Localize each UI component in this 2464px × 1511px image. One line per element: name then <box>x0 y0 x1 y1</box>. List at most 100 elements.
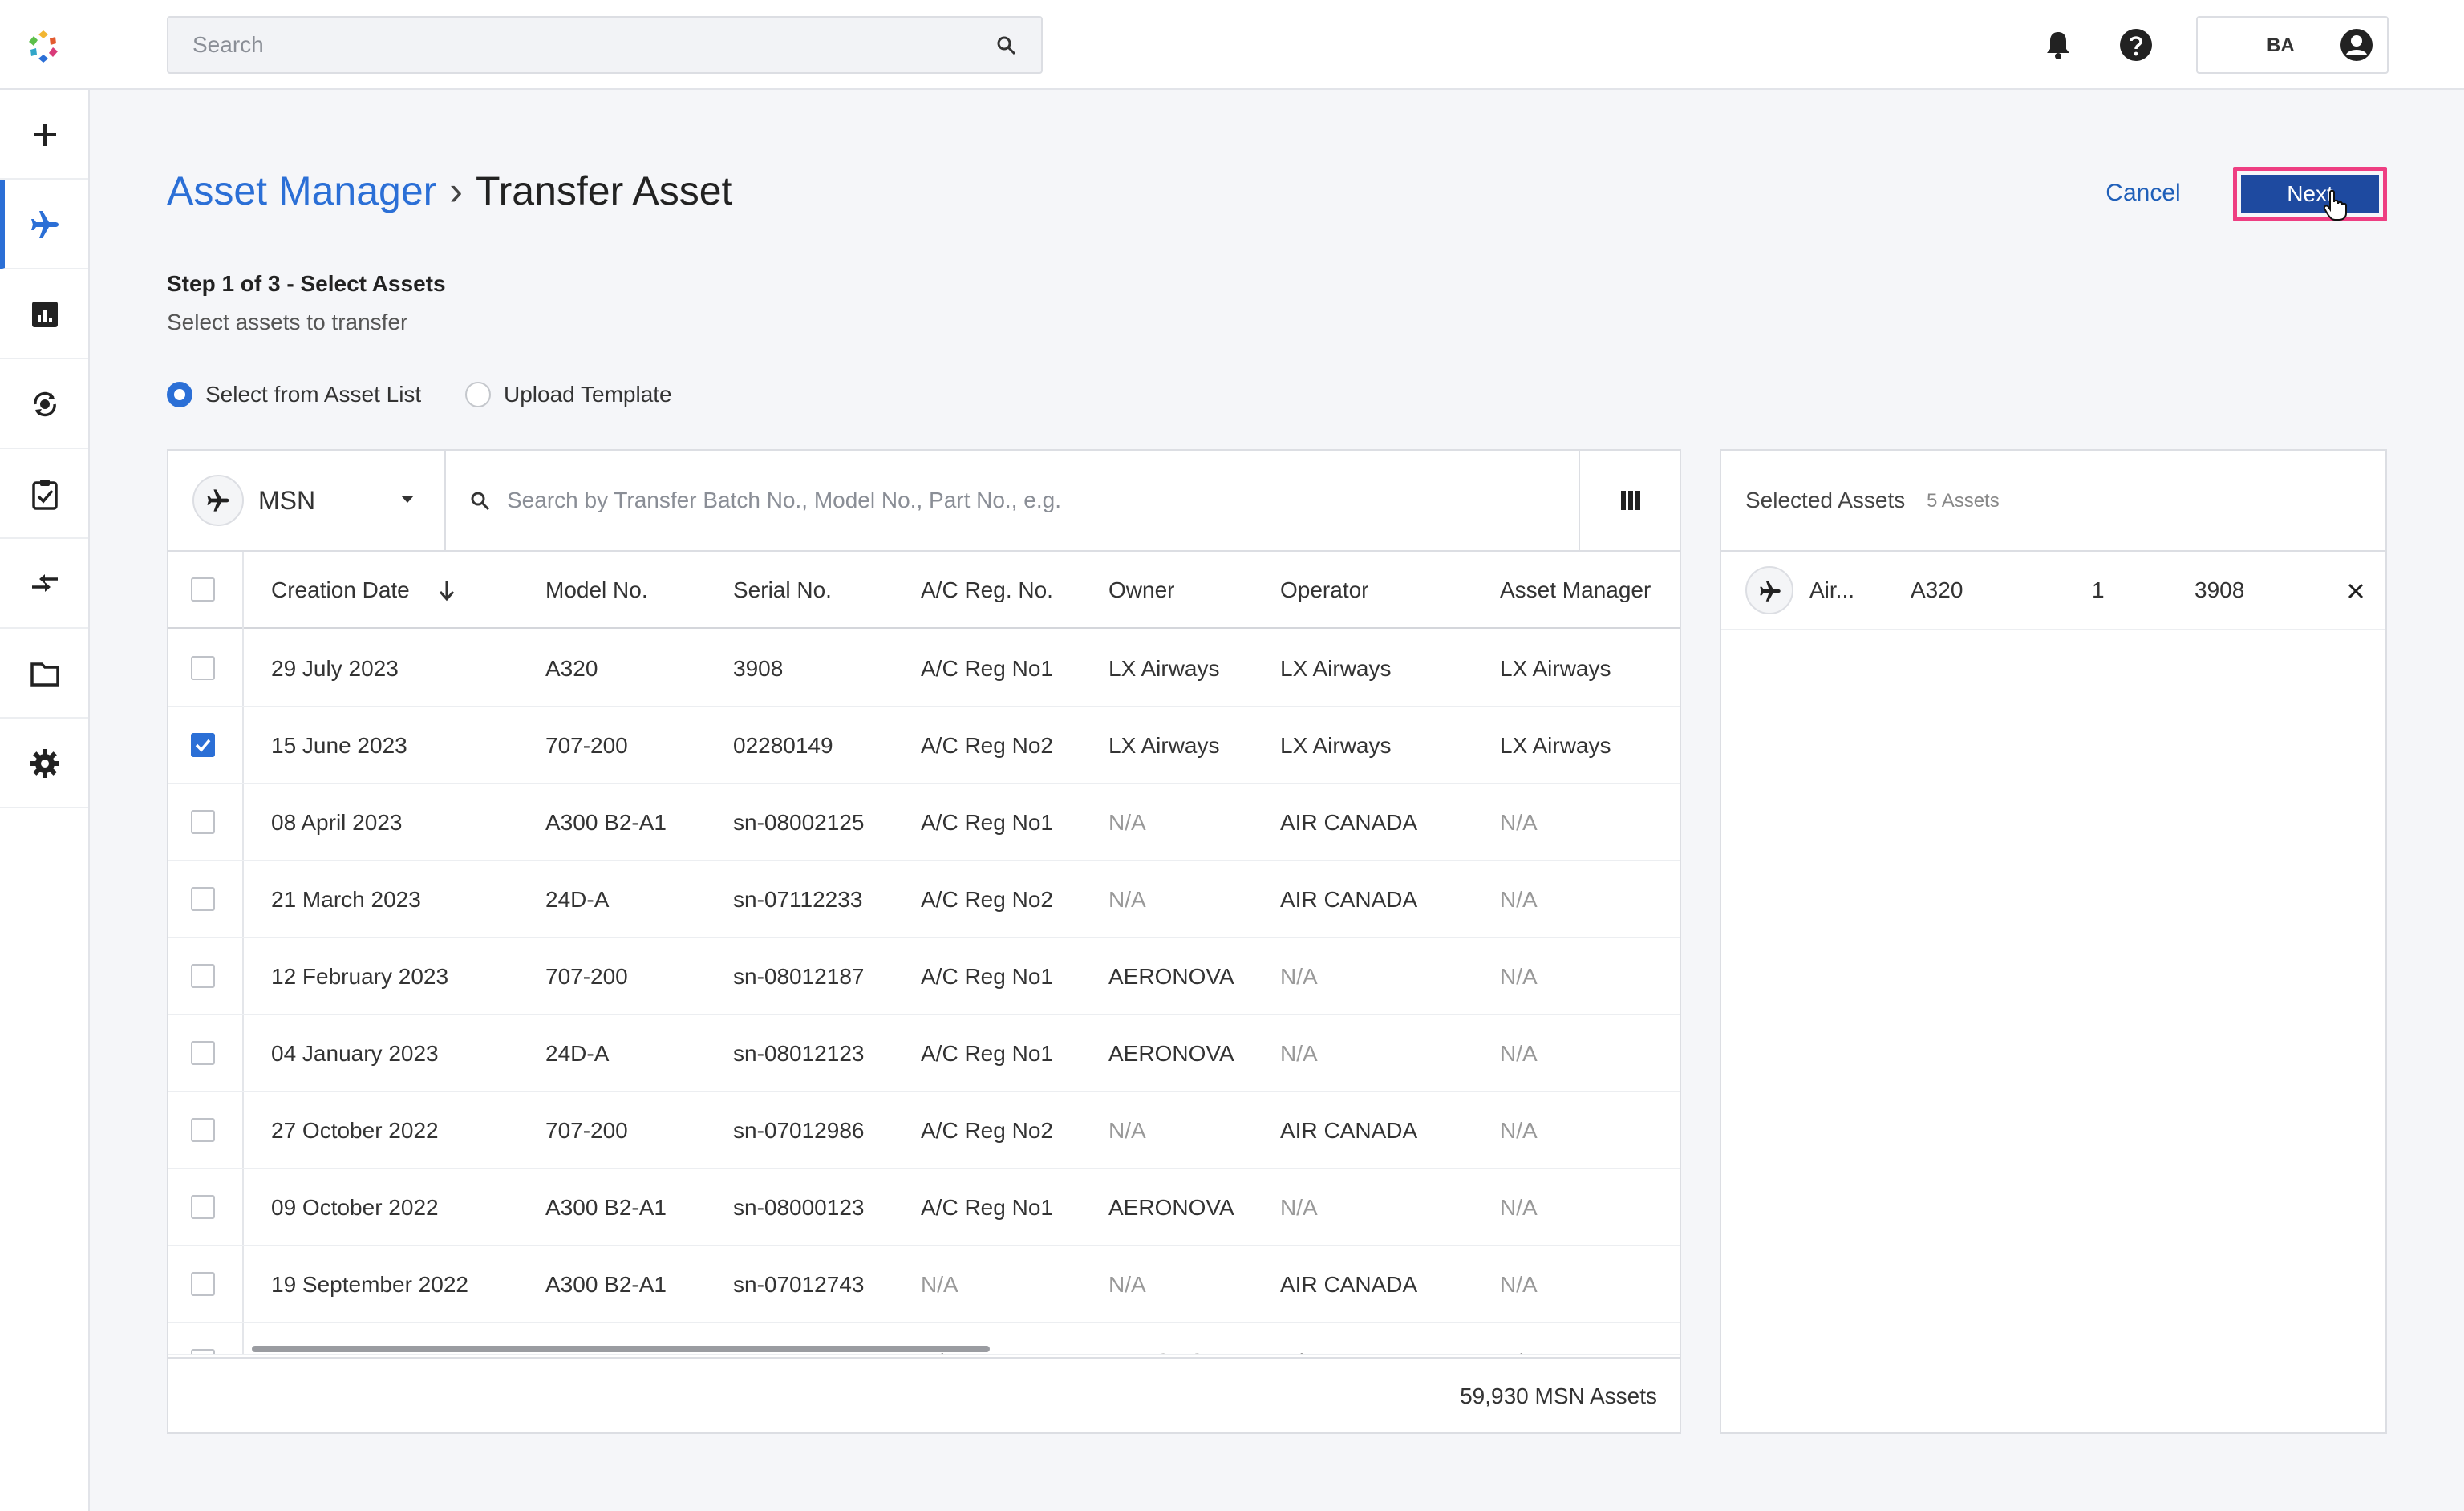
app-logo-icon[interactable] <box>24 27 63 66</box>
cell-asset-manager: N/A <box>1500 810 1538 835</box>
table-search-input[interactable]: Search by Transfer Batch No., Model No.,… <box>507 451 1061 550</box>
notification-bell-icon[interactable] <box>2042 29 2074 61</box>
cell-owner: AERONOVA <box>1108 1323 1234 1354</box>
cell-serial-no: 3908 <box>733 656 784 681</box>
cell-ac-reg-no: A/C Reg No2 <box>921 733 1053 758</box>
cell-creation-date: 15 June 2023 <box>271 733 407 758</box>
global-search-input[interactable]: Search <box>167 16 1043 74</box>
radio-label-upload-template[interactable]: Upload Template <box>504 379 672 411</box>
horizontal-scrollbar[interactable] <box>252 1346 990 1352</box>
row-checkbox[interactable] <box>191 733 215 757</box>
row-checkbox[interactable] <box>191 1195 215 1219</box>
table-row[interactable]: 27 October 2022 707-200 sn-07012986 A/C Reg… <box>168 1092 1680 1169</box>
cell-operator: N/A <box>1280 964 1318 989</box>
table-row[interactable]: 08 April 2023 A300 B2-A1 sn-08002125 A/C Re… <box>168 784 1680 861</box>
cell-creation-date: 29 July 2023 <box>271 656 399 681</box>
cell-creation-date: 04 January 2023 <box>271 1041 439 1066</box>
sidebar-item-reports[interactable] <box>0 269 88 359</box>
cancel-button[interactable]: Cancel <box>2085 170 2201 217</box>
col-header-asset-manager[interactable]: Asset Manager <box>1500 552 1651 629</box>
cell-asset-manager: N/A <box>1500 887 1538 912</box>
cell-operator: AIR CANADA <box>1280 810 1418 835</box>
row-checkbox[interactable] <box>191 656 215 680</box>
table-row[interactable]: 04 January 2023 24D-A sn-08012123 A/C Reg N… <box>168 1015 1680 1092</box>
asset-type-select[interactable]: MSN <box>168 451 446 550</box>
col-header-model-no[interactable]: Model No. <box>545 552 648 629</box>
cell-ac-reg-no: A/C Reg No2 <box>921 1118 1053 1143</box>
table-footer: 59,930 MSN Assets <box>168 1357 1680 1432</box>
radio-label-select-from-list[interactable]: Select from Asset List <box>205 379 421 411</box>
table-row[interactable]: 09 October 2022 A300 B2-A1 sn-08000123 A/C … <box>168 1169 1680 1246</box>
sidebar-item-tasks[interactable] <box>0 449 88 539</box>
cell-owner: N/A <box>1108 1272 1146 1297</box>
selected-assets-title: Selected Assets <box>1745 488 1906 512</box>
table-row[interactable]: 19 September 2022 A300 B2-A1 sn-07012743 N/… <box>168 1246 1680 1323</box>
cell-asset-manager: LX Airways <box>1500 733 1611 758</box>
row-checkbox[interactable] <box>191 887 215 911</box>
cell-ac-reg-no: A/C Reg No1 <box>921 1041 1053 1066</box>
asset-type-badge <box>1745 566 1793 614</box>
cell-owner: LX Airways <box>1108 733 1220 758</box>
cell-serial-no: sn-08012123 <box>733 1041 865 1066</box>
cell-owner: N/A <box>1108 1118 1146 1143</box>
table-row[interactable]: 12 February 2023 707-200 sn-08012187 A/C Re… <box>168 938 1680 1015</box>
settings-gear-icon <box>30 749 59 778</box>
col-header-operator[interactable]: Operator <box>1280 552 1369 629</box>
cell-creation-date: 09 October 2022 <box>271 1195 439 1220</box>
row-checkbox[interactable] <box>191 810 215 834</box>
clipboard-check-icon <box>32 480 58 510</box>
row-checkbox[interactable] <box>191 964 215 988</box>
col-header-serial-no[interactable]: Serial No. <box>733 552 832 629</box>
user-menu-button[interactable]: BA <box>2196 16 2389 74</box>
row-checkbox[interactable] <box>191 1272 215 1296</box>
breadcrumb-asset-manager-link[interactable]: Asset Manager <box>167 168 436 213</box>
next-button[interactable]: Next <box>2241 175 2379 213</box>
cell-model-no: A300 B2-A1 <box>545 1272 667 1297</box>
row-checkbox[interactable] <box>191 1118 215 1142</box>
table-row[interactable]: 21 March 2023 24D-A sn-07112233 A/C Reg No2… <box>168 861 1680 938</box>
radio-upload-template[interactable] <box>465 382 491 407</box>
search-icon[interactable] <box>996 35 1017 56</box>
cell-operator: N/A <box>1280 1195 1318 1220</box>
step-subtitle: Select assets to transfer <box>167 310 408 334</box>
table-row[interactable]: 29 July 2023 A320 3908 A/C Reg No1 LX Airway… <box>168 630 1680 707</box>
cell-serial-no: sn-08002125 <box>733 810 865 835</box>
sidebar-item-create[interactable] <box>0 90 88 180</box>
sort-down-arrow-icon[interactable] <box>438 579 456 602</box>
col-header-creation-date[interactable]: Creation Date <box>271 552 410 629</box>
user-initials: BA <box>2267 34 2295 56</box>
table-toolbar: MSN Search by Transfer Batch No., Model … <box>168 451 1680 552</box>
step-title: Step 1 of 3 - Select Assets <box>167 271 446 296</box>
breadcrumb-separator: › <box>449 168 463 213</box>
column-settings-button[interactable] <box>1578 451 1680 550</box>
airplane-icon <box>1760 581 1781 602</box>
remove-asset-close-icon[interactable] <box>2347 582 2365 600</box>
help-icon[interactable] <box>2118 27 2154 63</box>
radio-select-from-list[interactable] <box>167 382 192 407</box>
cell-asset-manager: N/A <box>1500 1272 1538 1297</box>
sidebar-item-swap[interactable] <box>0 539 88 629</box>
cell-ac-reg-no: A/C Reg No1 <box>921 656 1053 681</box>
cell-operator: AIR CANADA <box>1280 1272 1418 1297</box>
msn-type-badge <box>192 475 244 526</box>
sidebar-item-files[interactable] <box>0 629 88 719</box>
cell-ac-reg-no: A/C Reg No1 <box>921 1195 1053 1220</box>
row-checkbox[interactable] <box>191 1349 215 1354</box>
cell-serial-no: sn-08012187 <box>733 964 865 989</box>
cell-model-no: 707-200 <box>545 964 628 989</box>
sidebar-item-assets[interactable] <box>0 180 88 269</box>
col-header-owner[interactable]: Owner <box>1108 552 1174 629</box>
col-header-ac-reg-no[interactable]: A/C Reg. No. <box>921 552 1053 629</box>
page-title: Transfer Asset <box>475 168 733 213</box>
global-search-placeholder: Search <box>192 32 264 57</box>
cell-model-no: 24D-A <box>545 887 610 912</box>
row-checkbox[interactable] <box>191 1041 215 1065</box>
cell-serial-no: sn-07012743 <box>733 1272 865 1297</box>
table-row[interactable]: 15 June 2023 707-200 02280149 A/C Reg No2 LX… <box>168 707 1680 784</box>
select-all-checkbox[interactable] <box>191 577 215 602</box>
sidebar-item-settings[interactable] <box>0 719 88 808</box>
cell-serial-no: sn-07012986 <box>733 1118 865 1143</box>
cell-operator: LX Airways <box>1280 733 1392 758</box>
sidebar-item-transfers[interactable] <box>0 359 88 449</box>
selected-asset-item: Air... A320 1 3908 <box>1721 552 2385 630</box>
